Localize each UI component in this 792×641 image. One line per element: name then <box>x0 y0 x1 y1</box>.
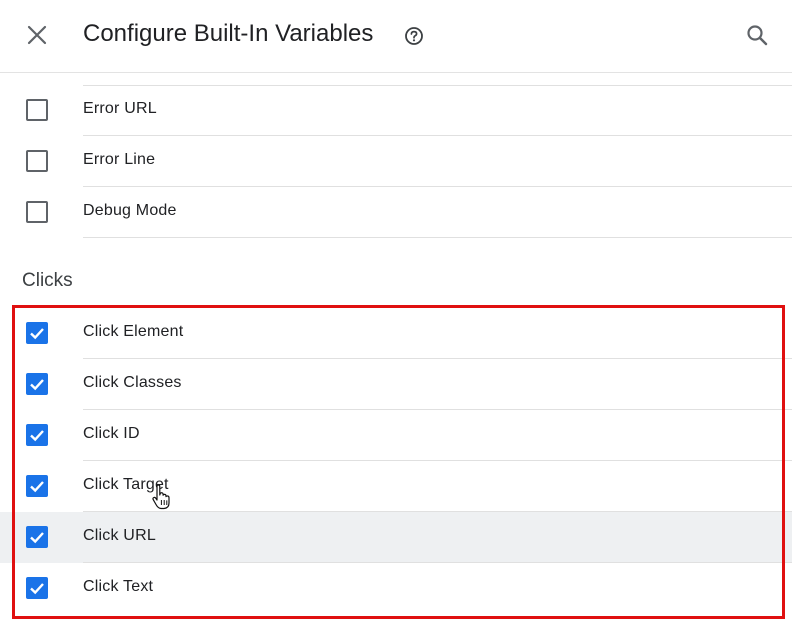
error-line-checkbox[interactable] <box>26 150 48 172</box>
list-item-label: Click Text <box>83 578 154 595</box>
close-button[interactable] <box>20 18 54 52</box>
list-item-label: Debug Mode <box>83 202 177 219</box>
click-classes-checkbox[interactable] <box>26 373 48 395</box>
check-icon <box>30 379 44 391</box>
click-id-checkbox[interactable] <box>26 424 48 446</box>
section-title-clicks: Clicks <box>22 270 73 291</box>
list-item-label: Error Line <box>83 151 156 168</box>
help-icon[interactable] <box>404 26 424 46</box>
list-item[interactable]: Click ID <box>0 410 792 461</box>
check-icon <box>30 532 44 544</box>
click-url-checkbox[interactable] <box>26 526 48 548</box>
debug-mode-checkbox[interactable] <box>26 201 48 223</box>
error-variables-list: Error URL Error Line Debug Mode <box>0 85 792 238</box>
check-icon <box>30 328 44 340</box>
list-item[interactable]: Click Element <box>0 308 792 359</box>
list-item-label: Click Element <box>83 323 184 340</box>
error-url-checkbox[interactable] <box>26 99 48 121</box>
search-icon <box>747 25 768 46</box>
list-item[interactable]: Click Target <box>0 461 792 512</box>
list-item[interactable]: Click URL <box>0 512 792 563</box>
list-item-label: Click Target <box>83 476 169 493</box>
page-title: Configure Built-In Variables <box>83 20 374 47</box>
click-text-checkbox[interactable] <box>26 577 48 599</box>
list-item[interactable]: Click Text <box>0 563 792 614</box>
list-item-label: Click URL <box>83 527 156 544</box>
list-item-label: Error URL <box>83 100 157 117</box>
divider <box>83 237 792 238</box>
list-item[interactable]: Click Classes <box>0 359 792 410</box>
list-item[interactable]: Debug Mode <box>0 187 792 238</box>
check-icon <box>30 430 44 442</box>
list-item-label: Click ID <box>83 425 140 442</box>
close-icon <box>27 25 47 45</box>
check-icon <box>30 481 44 493</box>
list-item-label: Click Classes <box>83 374 182 391</box>
list-item[interactable]: Error Line <box>0 136 792 187</box>
dialog-header: Configure Built-In Variables <box>0 0 792 73</box>
check-icon <box>30 583 44 595</box>
list-item[interactable]: Error URL <box>0 85 792 136</box>
search-button[interactable] <box>740 18 774 52</box>
click-element-checkbox[interactable] <box>26 322 48 344</box>
click-variables-list: Click Element Click Classes Click ID Cli… <box>0 308 792 614</box>
click-target-checkbox[interactable] <box>26 475 48 497</box>
